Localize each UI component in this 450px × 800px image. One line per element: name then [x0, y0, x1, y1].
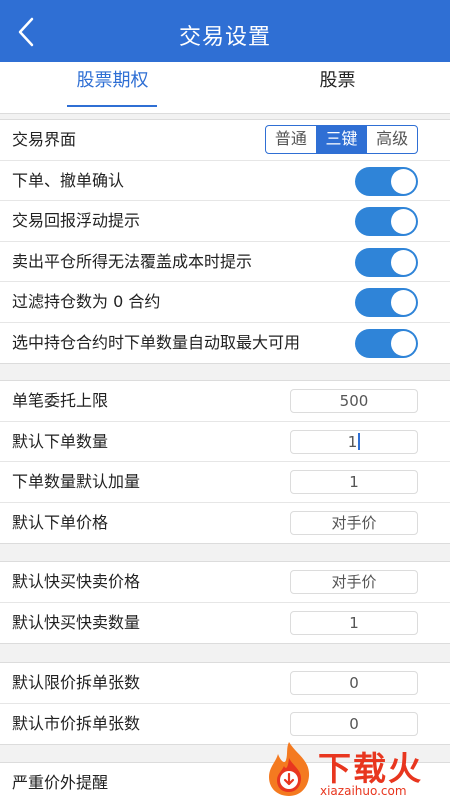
setting-row-qty-increment: 下单数量默认加量 1: [0, 462, 450, 503]
section-quick-trade: 默认快买快卖价格 对手价 默认快买快卖数量 1: [0, 561, 450, 644]
segment-three-key[interactable]: 三键: [315, 126, 367, 153]
default-qty-value: 1: [347, 432, 358, 451]
quick-qty-input[interactable]: 1: [290, 610, 418, 635]
quick-price-select[interactable]: 对手价: [290, 570, 418, 594]
flame-logo-icon: [269, 742, 310, 796]
market-split-input[interactable]: 0: [290, 711, 418, 736]
section-order-defaults: 单笔委托上限 500 默认下单数量 1 下单数量默认加量 1 默认下单价格 对手…: [0, 380, 450, 544]
setting-row-order-limit: 单笔委托上限 500: [0, 381, 450, 422]
setting-label: 交易回报浮动提示: [12, 211, 141, 230]
setting-row-auto-max-qty: 选中持仓合约时下单数量自动取最大可用: [0, 323, 450, 364]
order-confirm-toggle[interactable]: [355, 166, 418, 196]
section-trade-prefs: 交易界面 普通 三键 高级 下单、撤单确认 交易回报浮动提示 卖出平仓所得无法覆…: [0, 119, 450, 364]
setting-label: 过滤持仓数为 0 合约: [12, 292, 161, 311]
tab-bar: 股票期权 股票: [0, 62, 450, 114]
limit-split-input[interactable]: 0: [290, 671, 418, 695]
setting-row-order-confirm: 下单、撤单确认: [0, 161, 450, 201]
setting-row-default-qty: 默认下单数量 1: [0, 422, 450, 462]
setting-row-limit-split: 默认限价拆单张数 0: [0, 663, 450, 704]
setting-label: 下单、撤单确认: [12, 170, 125, 190]
default-qty-input[interactable]: 1: [290, 429, 418, 454]
setting-label: 选中持仓合约时下单数量自动取最大可用: [12, 332, 301, 352]
filter-zero-toggle[interactable]: [355, 288, 418, 317]
setting-row-market-split: 默认市价拆单张数 0: [0, 704, 450, 745]
page-title: 交易设置: [178, 25, 271, 50]
segment-normal[interactable]: 普通: [266, 126, 316, 153]
toggle-knob: [391, 330, 416, 356]
setting-row-float-notice: 交易回报浮动提示: [0, 201, 450, 242]
setting-row-cost-warning: 卖出平仓所得无法覆盖成本时提示: [0, 242, 450, 282]
setting-label: 交易界面: [12, 130, 77, 149]
setting-label: 默认市价拆单张数: [12, 713, 141, 733]
qty-increment-input[interactable]: 1: [290, 470, 418, 494]
setting-row-trade-ui: 交易界面 普通 三键 高级: [0, 120, 450, 161]
toggle-knob: [391, 209, 416, 234]
setting-label: 默认限价拆单张数: [12, 673, 141, 692]
setting-row-quick-qty: 默认快买快卖数量 1: [0, 603, 450, 644]
setting-label: 默认下单数量: [12, 431, 109, 451]
section-split-orders: 默认限价拆单张数 0 默认市价拆单张数 0: [0, 662, 450, 745]
tab-stocks[interactable]: 股票: [225, 62, 450, 114]
cost-warning-toggle[interactable]: [355, 247, 418, 277]
text-caret: [358, 432, 361, 450]
float-notice-toggle[interactable]: [355, 207, 418, 236]
watermark-url: xiazaihuo.com: [320, 784, 407, 798]
setting-row-quick-price: 默认快买快卖价格 对手价: [0, 562, 450, 603]
segment-advanced[interactable]: 高级: [366, 126, 417, 153]
setting-label: 卖出平仓所得无法覆盖成本时提示: [12, 251, 253, 271]
setting-row-default-price: 默认下单价格 对手价: [0, 503, 450, 544]
setting-label: 默认下单价格: [12, 512, 109, 532]
watermark-logo: 下载火 xiazaihuo.com: [262, 740, 450, 800]
watermark-text: 下载火: [318, 749, 423, 788]
trade-ui-segmented-control: 普通 三键 高级: [265, 125, 418, 154]
toggle-knob: [391, 290, 416, 315]
toggle-knob: [391, 168, 416, 194]
setting-label: 默认快买快卖价格: [12, 572, 141, 591]
tab-active-indicator: [67, 105, 157, 107]
setting-row-filter-zero: 过滤持仓数为 0 合约: [0, 282, 450, 323]
setting-label: 单笔委托上限: [12, 391, 109, 410]
setting-label: 下单数量默认加量: [12, 472, 141, 491]
top-bar: 交易设置: [0, 0, 450, 62]
default-price-select[interactable]: 对手价: [290, 510, 418, 535]
setting-label: 默认快买快卖数量: [12, 612, 141, 632]
order-limit-input[interactable]: 500: [290, 389, 418, 413]
auto-max-qty-toggle[interactable]: [355, 328, 418, 358]
setting-label: 严重价外提醒: [12, 773, 109, 792]
toggle-knob: [391, 249, 416, 275]
